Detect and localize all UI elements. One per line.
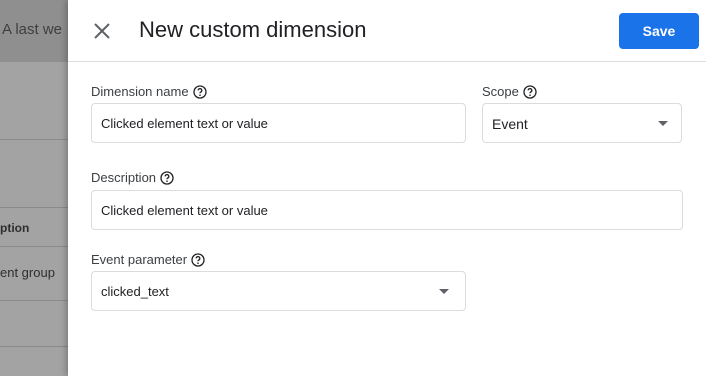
- scope-label-text: Scope: [482, 84, 519, 99]
- panel-title: New custom dimension: [139, 17, 367, 42]
- arrow-drop-down-icon: [658, 121, 668, 126]
- background-column-header: ption: [0, 221, 30, 235]
- panel-header: New custom dimension Save: [68, 0, 706, 62]
- description-label: Description: [91, 170, 174, 185]
- background-header-text: A last we: [2, 21, 63, 38]
- background-divider: [0, 300, 68, 301]
- custom-dimension-panel: New custom dimension Save Dimension name…: [68, 0, 706, 376]
- dimension-name-input[interactable]: [91, 103, 466, 143]
- event-parameter-label: Event parameter: [91, 252, 205, 267]
- event-parameter-select-value: clicked_text: [101, 284, 169, 299]
- background-header: A last we: [0, 0, 68, 62]
- event-parameter-select[interactable]: clicked_text: [91, 271, 466, 311]
- background-divider: [0, 246, 68, 247]
- background-divider: [0, 346, 68, 347]
- close-button[interactable]: [90, 19, 114, 43]
- arrow-drop-down-icon: [439, 289, 449, 294]
- help-icon[interactable]: [523, 84, 537, 99]
- close-icon: [94, 23, 110, 39]
- event-parameter-label-text: Event parameter: [91, 252, 188, 267]
- help-icon[interactable]: [192, 84, 207, 99]
- background-divider: [0, 139, 68, 140]
- dimension-name-label: Dimension name: [91, 84, 207, 99]
- background-cell: ent group: [0, 265, 55, 280]
- scope-select[interactable]: Event: [482, 103, 682, 143]
- dimension-name-label-text: Dimension name: [91, 84, 189, 99]
- help-icon[interactable]: [160, 170, 174, 185]
- background-divider: [0, 207, 68, 208]
- description-input[interactable]: [91, 190, 683, 230]
- save-button[interactable]: Save: [619, 13, 699, 49]
- scope-label: Scope: [482, 84, 537, 99]
- scope-select-value: Event: [492, 116, 528, 132]
- help-icon[interactable]: [191, 252, 205, 267]
- description-label-text: Description: [91, 170, 157, 185]
- background-page: A last we ption ent group: [0, 0, 68, 376]
